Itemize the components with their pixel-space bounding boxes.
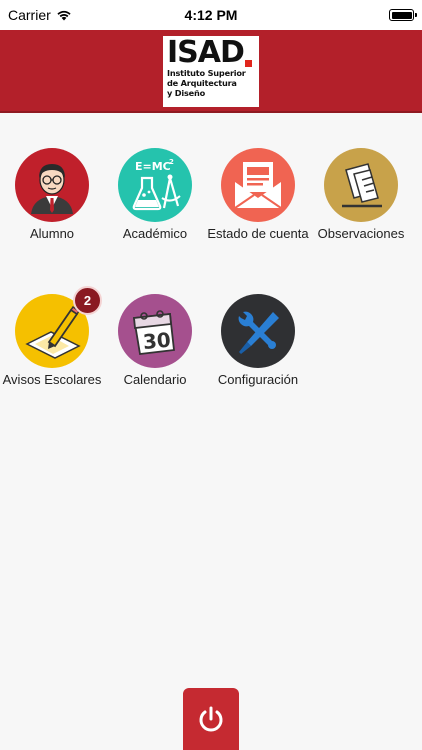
menu-item-calendario[interactable]: 30 Calendario (103, 294, 207, 404)
science-icon[interactable]: E=MC 2 (118, 148, 192, 222)
logo-line-2: de Arquitectura (167, 78, 237, 88)
logo-line-1: Instituto Superior (167, 68, 246, 78)
menu-label-observaciones: Observaciones (317, 226, 405, 241)
menu-item-observaciones[interactable]: Observaciones (309, 148, 413, 258)
status-bar: Carrier 4:12 PM (0, 0, 422, 30)
pencil-paper-icon[interactable]: 2 (15, 286, 102, 368)
notification-badge: 2 (73, 286, 102, 315)
calendar-icon[interactable]: 30 (118, 294, 192, 368)
calendar-day: 30 (142, 328, 172, 354)
wifi-icon (57, 10, 71, 21)
menu-label-calendario: Calendario (123, 372, 187, 387)
isad-logo: ISAD Instituto Superior de Arquitectura … (163, 36, 259, 107)
menu-item-academico[interactable]: E=MC 2 Académico (103, 148, 207, 258)
logo-title: ISAD (167, 35, 245, 70)
notes-icon[interactable] (324, 148, 398, 222)
logo-line-3: y Diseño (167, 88, 206, 98)
menu-item-configuracion[interactable]: Configuración (206, 294, 310, 404)
menu-item-avisos[interactable]: 2 Avisos Escolares (0, 286, 104, 404)
svg-text:2: 2 (169, 158, 174, 166)
menu-item-estado-cuenta[interactable]: Estado de cuenta (206, 148, 310, 258)
menu-label-avisos: Avisos Escolares (2, 372, 102, 387)
logout-button[interactable] (183, 688, 239, 750)
menu-label-estado-cuenta: Estado de cuenta (207, 226, 309, 241)
carrier-label: Carrier (8, 7, 51, 23)
app-header: ISAD Instituto Superior de Arquitectura … (0, 30, 422, 113)
menu-item-alumno[interactable]: Alumno (0, 148, 104, 258)
envelope-icon[interactable] (221, 148, 295, 222)
menu-label-alumno: Alumno (29, 226, 75, 241)
svg-text:E=MC: E=MC (135, 160, 171, 173)
menu-label-configuracion: Configuración (217, 372, 299, 387)
carrier-info: Carrier (8, 7, 72, 23)
logo-red-square (244, 60, 252, 67)
battery-icon (389, 9, 417, 21)
menu-label-academico: Académico (122, 226, 188, 241)
power-icon (199, 706, 223, 732)
tools-icon[interactable] (221, 294, 295, 368)
student-icon[interactable] (15, 148, 89, 222)
